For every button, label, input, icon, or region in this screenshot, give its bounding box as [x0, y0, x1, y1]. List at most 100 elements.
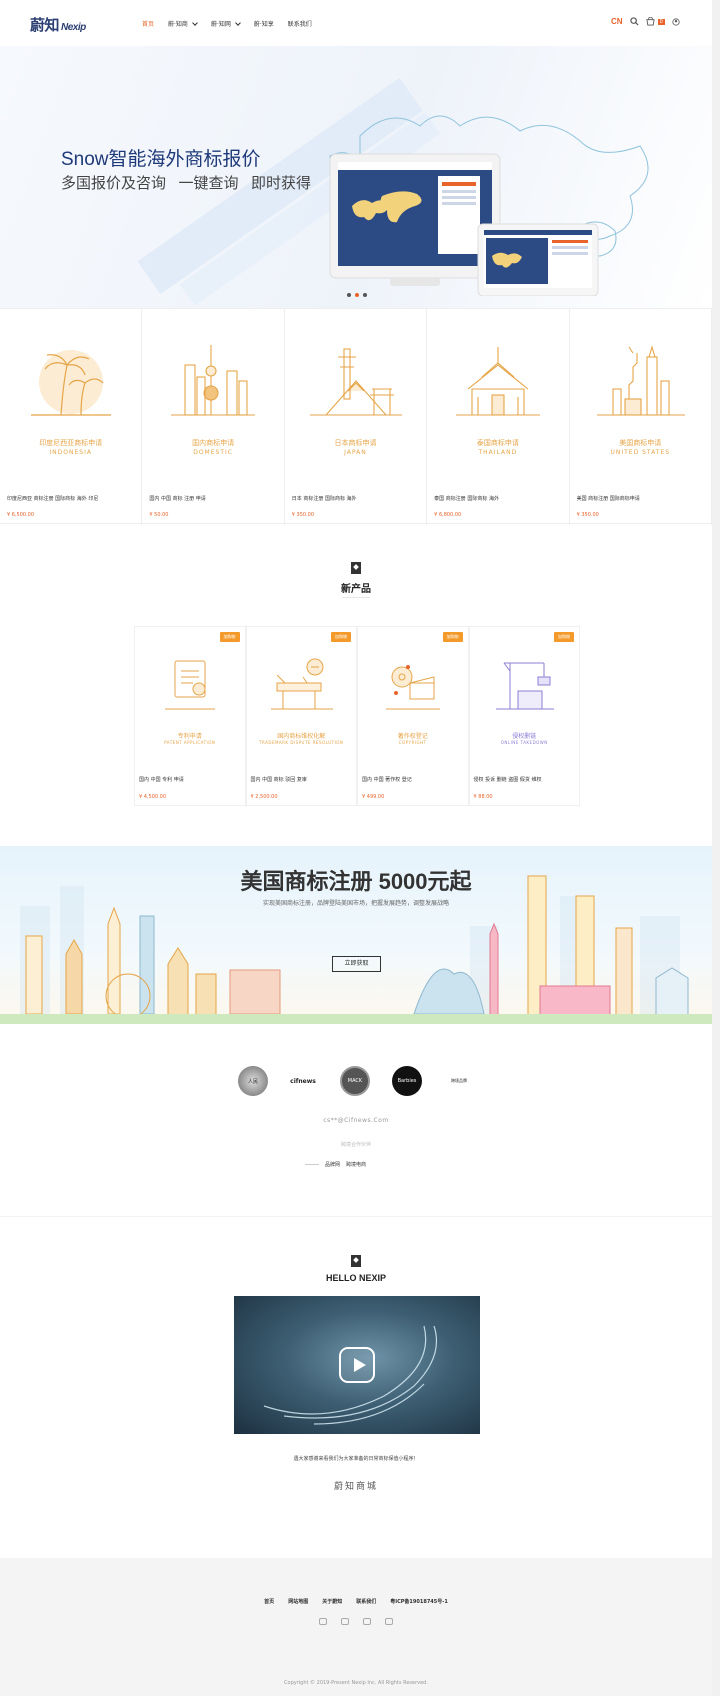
- hero-subtitle: 多国报价及咨询 一键查询 即时获得: [61, 175, 312, 192]
- thai-temple-illustration: [456, 347, 541, 416]
- partner-label: Barbies: [397, 1078, 417, 1084]
- partner-label: 人民: [247, 1078, 258, 1085]
- cart-count-badge: 0: [657, 18, 665, 25]
- product-card-indonesia[interactable]: 印度尼西亚商标申请 INDONESIA 印度尼西亚 商标注册 国际商标 海外 印…: [0, 309, 143, 525]
- hero-title: Snow智能海外商标报价: [61, 149, 261, 170]
- product-tags: 国内 中国 专利 申请: [139, 777, 184, 783]
- product-name: 著作权登记: [397, 733, 428, 740]
- partner-link[interactable]: 品牌网: [325, 1161, 340, 1168]
- product-tags: 泰国 商标注册 国际商标 海外: [434, 496, 499, 502]
- footer-link-icp[interactable]: 粤ICP备19018745号-1: [390, 1598, 448, 1605]
- search-icon[interactable]: [629, 17, 639, 26]
- product-name-en: TRADEMARK DISPUTE RESOLUTION: [259, 740, 344, 745]
- partner-logo-4[interactable]: Barbies: [392, 1066, 422, 1096]
- product-card-takedown[interactable]: 加购物 侵权删链 ONLINE TAKEDOWN 侵权 投诉 删链 盗图 假货 …: [468, 626, 580, 806]
- add-to-cart-tag[interactable]: 加购物: [442, 632, 463, 642]
- product-card-domestic[interactable]: 国内商标申请 DOMESTIC 国内 中国 商标 注册 申请 ¥ 50.00: [142, 309, 285, 525]
- intro-video[interactable]: [234, 1296, 480, 1434]
- partner-logo-5[interactable]: 跨境品牌: [444, 1066, 474, 1096]
- product-name: 泰国商标申请: [476, 439, 519, 447]
- signature-text: 蔚知商城: [333, 1482, 378, 1492]
- wechat-icon[interactable]: [363, 1618, 371, 1625]
- nav-label: 首页: [142, 21, 155, 28]
- product-name: 印度尼西亚商标申请: [39, 439, 103, 447]
- add-to-cart-tag[interactable]: 加购物: [219, 632, 240, 642]
- footer-link-about[interactable]: 关于蔚知: [322, 1598, 342, 1605]
- slider-dot[interactable]: [363, 293, 367, 297]
- product-price: ¥ 50.00: [149, 512, 169, 518]
- statue-of-liberty-illustration: [596, 345, 685, 416]
- partners-caption: 跨境合作伙伴: [340, 1142, 371, 1148]
- header-tools: CN 0: [611, 17, 680, 26]
- footer-link-home[interactable]: 首页: [264, 1598, 274, 1605]
- product-price: ¥ 4,500.00: [139, 794, 167, 800]
- qq-icon[interactable]: [385, 1618, 393, 1625]
- mail-icon[interactable]: [341, 1618, 349, 1625]
- partner-logo-1[interactable]: 人民: [238, 1066, 268, 1096]
- product-price: ¥ 350.00: [291, 512, 315, 518]
- logo-sub: Nexip: [61, 22, 86, 33]
- roadblock-illustration: [270, 658, 333, 710]
- product-name: 专利申请: [177, 733, 202, 740]
- product-name-en: PATENT APPLICATION: [164, 740, 216, 745]
- slider-dot-active[interactable]: [355, 293, 359, 297]
- play-button[interactable]: [339, 1347, 375, 1383]
- product-card-japan[interactable]: 日本商标申请 JAPAN 日本 商标注册 国际商标 海外 ¥ 350.00: [285, 309, 428, 525]
- product-tags: 国内 中国 商标 注册 申请: [149, 496, 206, 502]
- product-price: ¥ 88.00: [473, 794, 493, 800]
- product-card-patent[interactable]: 加购物 专利申请 PATENT APPLICATION 国内 中国 专利 申请 …: [134, 626, 246, 806]
- site-logo[interactable]: 蔚知 Nexip: [30, 14, 86, 35]
- hero-monitor-illustration: [329, 115, 649, 296]
- promo-banner: 美国商标注册 5000元起 实现美国商标注册，品牌登陆美国市场，把握发展趋势，调…: [0, 846, 712, 1024]
- product-card-thailand[interactable]: 泰国商标申请 THAILAND 泰国 商标注册 国际商标 海外 ¥ 6,800.…: [427, 309, 570, 525]
- product-tags: 美国 商标注册 国际商标申请: [576, 496, 640, 502]
- video-caption: 遇大家感谢来看我们为大家准备的日常商标保值小程序！: [293, 1456, 419, 1462]
- product-name-en: UNITED STATES: [610, 449, 671, 456]
- shanghai-skyline-illustration: [171, 345, 256, 416]
- user-icon[interactable]: [672, 17, 680, 26]
- product-price: ¥ 350.00: [576, 512, 599, 518]
- product-card-usa[interactable]: 美国商标申请 UNITED STATES 美国 商标注册 国际商标申请 ¥ 35…: [570, 309, 712, 525]
- product-price: ¥ 6,500.00: [7, 512, 35, 518]
- copyright: Copyright © 2019-Present Nexip Inc. All …: [284, 1680, 428, 1686]
- bookmark-icon: [351, 562, 361, 574]
- product-tags: 侵权 投诉 删链 盗图 假货 维权: [473, 777, 542, 783]
- section-title-new-products: 新产品: [341, 584, 371, 595]
- product-tags: 国内 中国 著作权 登记: [362, 777, 412, 783]
- footer-link-contact[interactable]: 联系我们: [356, 1598, 376, 1605]
- product-name: 美国商标申请: [619, 439, 662, 447]
- nav-item-zhiwang[interactable]: 蔚·知网: [211, 19, 241, 28]
- product-name: 国内商标维权化解: [277, 733, 326, 740]
- cart-icon[interactable]: [645, 17, 655, 26]
- partner-logo-3[interactable]: MACK: [340, 1066, 370, 1096]
- footer-link-sitemap[interactable]: 网站地图: [288, 1598, 308, 1605]
- film-reel-illustration: [386, 665, 440, 710]
- partner-link[interactable]: 跨境电商: [346, 1161, 366, 1168]
- crane-illustration: [495, 662, 554, 710]
- partner-logo-2[interactable]: cifnews: [283, 1066, 323, 1096]
- nav-item-home[interactable]: 首页: [142, 19, 154, 28]
- nav-label: 联系我们: [287, 21, 312, 28]
- nav-label: 蔚·知享: [253, 21, 274, 28]
- product-tags: 印度尼西亚 商标注册 国际商标 海外 印尼: [7, 496, 99, 502]
- add-to-cart-tag[interactable]: 加购物: [554, 632, 574, 642]
- main-nav: 首页 蔚·知商 蔚·知网 蔚·知享 联系我们: [142, 19, 312, 28]
- slider-dot[interactable]: [347, 293, 351, 297]
- country-products-row: 印度尼西亚商标申请 INDONESIA 印度尼西亚 商标注册 国际商标 海外 印…: [0, 308, 712, 525]
- hero-slider[interactable]: Snow智能海外商标报价 多国报价及咨询 一键查询 即时获得: [0, 46, 712, 308]
- contact-email[interactable]: cs**@Cifnews.Com: [0, 1117, 712, 1124]
- language-switch[interactable]: CN: [611, 17, 623, 26]
- nav-item-zhishang[interactable]: 蔚·知商: [168, 19, 198, 28]
- scrollbar[interactable]: [712, 0, 720, 1696]
- nav-item-contact[interactable]: 联系我们: [288, 19, 312, 28]
- nav-item-zhixiang[interactable]: 蔚·知享: [254, 19, 274, 28]
- logo-text: 蔚知: [30, 16, 60, 34]
- product-card-trademark-dispute[interactable]: 加购物 国内商标维权化解 TRADEMARK DISPUTE RESOLUTIO…: [245, 626, 357, 806]
- product-card-copyright[interactable]: 加购物 著作权登记 COPYRIGHT 国内 中国 著作权 登记 ¥ 499.0…: [357, 626, 469, 806]
- weibo-icon[interactable]: [319, 1618, 327, 1625]
- add-to-cart-tag[interactable]: 加购物: [331, 632, 351, 642]
- product-name: 国内商标申请: [192, 439, 235, 447]
- get-now-button[interactable]: 立即获取: [332, 956, 381, 972]
- section-divider: [342, 597, 370, 598]
- page: 蔚知 Nexip 首页 蔚·知商 蔚·知网 蔚·知享 联系我们 CN 0 Snow…: [0, 0, 712, 1696]
